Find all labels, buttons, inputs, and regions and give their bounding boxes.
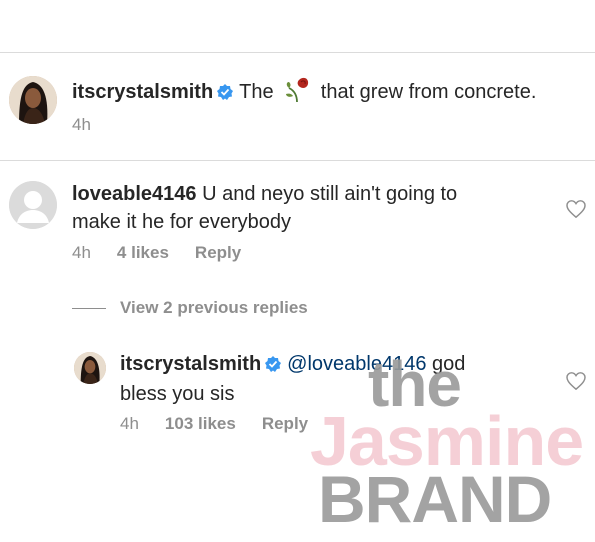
view-previous-replies-button[interactable]: View 2 previous replies: [120, 298, 308, 318]
reply-time: 4h: [120, 414, 139, 433]
reply-meta: 4h 103 likes Reply: [120, 414, 334, 434]
post-caption: itscrystalsmith The that grew from concre…: [72, 76, 536, 110]
wilted-rose-emoji-icon: [283, 76, 311, 110]
comment-time: 4h: [72, 243, 91, 262]
verified-badge-icon: [217, 80, 234, 108]
view-replies-line: [72, 308, 106, 309]
caption-text-before: The: [239, 81, 274, 103]
reply-author-username[interactable]: itscrystalsmith: [120, 353, 261, 375]
comment-like-heart-icon[interactable]: [566, 200, 586, 223]
commenter-username[interactable]: loveable4146: [72, 183, 197, 205]
verified-badge-icon: [265, 352, 282, 380]
reply-like-heart-icon[interactable]: [566, 372, 586, 395]
comments-divider: [0, 160, 595, 161]
top-divider: [0, 52, 595, 53]
watermark-line-brand: BRAND: [318, 462, 552, 536]
comment-meta: 4h 4 likes Reply: [72, 243, 267, 263]
reply-author-avatar[interactable]: [74, 352, 106, 384]
post-time: 4h: [72, 115, 91, 134]
reply-reply-button[interactable]: Reply: [262, 414, 308, 433]
comment-line-1: U and neyo still ain't going to: [202, 183, 458, 205]
comment-text: loveable4146 U and neyo still ain't goin…: [72, 180, 457, 236]
post-author-avatar[interactable]: [9, 76, 57, 124]
comment-likes[interactable]: 4 likes: [117, 243, 169, 262]
reply-likes[interactable]: 103 likes: [165, 414, 236, 433]
commenter-avatar[interactable]: [9, 181, 57, 229]
caption-text-after: that grew from concrete.: [320, 81, 537, 103]
post-author-username[interactable]: itscrystalsmith: [72, 81, 213, 103]
comment-reply-button[interactable]: Reply: [195, 243, 241, 262]
comment-line-2: make it he for everybody: [72, 211, 291, 233]
